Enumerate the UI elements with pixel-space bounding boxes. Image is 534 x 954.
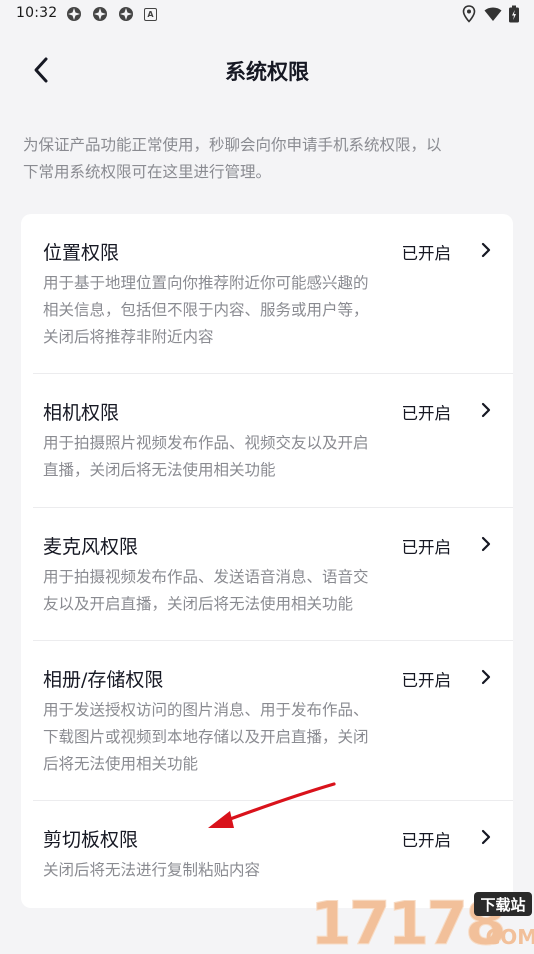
permission-description: 用于发送授权访问的图片消息、用于发布作品、 下载图片或视频到本地存储以及开启直播…	[43, 697, 443, 778]
description-line: 用于拍摄照片视频发布作品、视频交友以及开启	[43, 434, 369, 452]
permission-item-microphone[interactable]: 麦克风权限 已开启 用于拍摄视频发布作品、发送语音消息、语音交 友以及开启直播，…	[21, 508, 513, 641]
permission-status: 已开启	[401, 404, 452, 423]
permission-description: 用于拍摄视频发布作品、发送语音消息、语音交 友以及开启直播，关闭后将无法使用相关…	[43, 564, 443, 618]
status-bar: 10:32 A	[0, 0, 534, 28]
description-line: 关闭后将推荐非附近内容	[43, 328, 214, 346]
permission-title: 麦克风权限	[43, 536, 139, 558]
watermark-logo: 17178 下载站 .COM	[310, 889, 534, 954]
permission-item-location[interactable]: 位置权限 已开启 用于基于地理位置向你推荐附近你可能感兴趣的 相关信息，包括但不…	[21, 214, 513, 374]
permission-item-album-storage[interactable]: 相册/存储权限 已开启 用于发送授权访问的图片消息、用于发布作品、 下载图片或视…	[21, 641, 513, 801]
chevron-right-icon	[481, 402, 491, 418]
app-icon	[119, 7, 133, 21]
permission-description: 关闭后将无法进行复制粘贴内容	[43, 857, 443, 884]
permission-title: 剪切板权限	[43, 829, 139, 851]
app-icon	[93, 7, 107, 21]
permission-item-camera[interactable]: 相机权限 已开启 用于拍摄照片视频发布作品、视频交友以及开启 直播，关闭后将无法…	[21, 374, 513, 508]
description-line: 后将无法使用相关功能	[43, 755, 199, 773]
description-line: 友以及开启直播，关闭后将无法使用相关功能	[43, 595, 354, 613]
watermark-badge-text: 下载站	[480, 896, 525, 914]
description-line: 用于拍摄视频发布作品、发送语音消息、语音交	[43, 568, 369, 586]
header: 系统权限	[0, 40, 534, 100]
watermark: 17178 下载站 .COM	[308, 884, 534, 954]
a-icon: A	[144, 8, 157, 21]
permission-status: 已开启	[401, 671, 452, 690]
chevron-right-icon	[481, 829, 491, 845]
app-icon	[67, 7, 81, 21]
description-line: 关闭后将无法进行复制粘贴内容	[43, 861, 261, 879]
permission-status: 已开启	[401, 244, 452, 263]
location-icon	[462, 5, 476, 23]
description-line: 下载图片或视频到本地存储以及开启直播，关闭	[43, 728, 369, 746]
chevron-right-icon	[481, 669, 491, 685]
permission-title: 相机权限	[43, 402, 120, 424]
watermark-suffix: .COM	[478, 925, 534, 949]
chevron-right-icon	[481, 536, 491, 552]
intro-line: 为保证产品功能正常使用，秒聊会向你申请手机系统权限，以	[23, 136, 442, 154]
permission-description: 用于拍摄照片视频发布作品、视频交友以及开启 直播，关闭后将无法使用相关功能	[43, 430, 443, 484]
intro-description: 为保证产品功能正常使用，秒聊会向你申请手机系统权限，以 下常用系统权限可在这里进…	[23, 132, 513, 186]
intro-line: 下常用系统权限可在这里进行管理。	[23, 163, 272, 181]
permission-status: 已开启	[401, 831, 452, 850]
annotation-arrow	[208, 782, 336, 828]
description-line: 用于发送授权访问的图片消息、用于发布作品、	[43, 701, 369, 719]
status-time: 10:32	[16, 5, 58, 21]
permission-title: 相册/存储权限	[43, 669, 164, 691]
page-title: 系统权限	[225, 60, 309, 84]
battery-icon	[509, 5, 519, 23]
permission-title: 位置权限	[43, 242, 120, 264]
permission-description: 用于基于地理位置向你推荐附近你可能感兴趣的 相关信息，包括但不限于内容、服务或用…	[43, 270, 443, 351]
description-line: 用于基于地理位置向你推荐附近你可能感兴趣的	[43, 274, 369, 292]
description-line: 直播，关闭后将无法使用相关功能	[43, 461, 276, 479]
description-line: 相关信息，包括但不限于内容、服务或用户等，	[43, 301, 369, 319]
chevron-right-icon	[481, 242, 491, 258]
permission-status: 已开启	[401, 538, 452, 557]
wifi-icon	[484, 7, 502, 21]
